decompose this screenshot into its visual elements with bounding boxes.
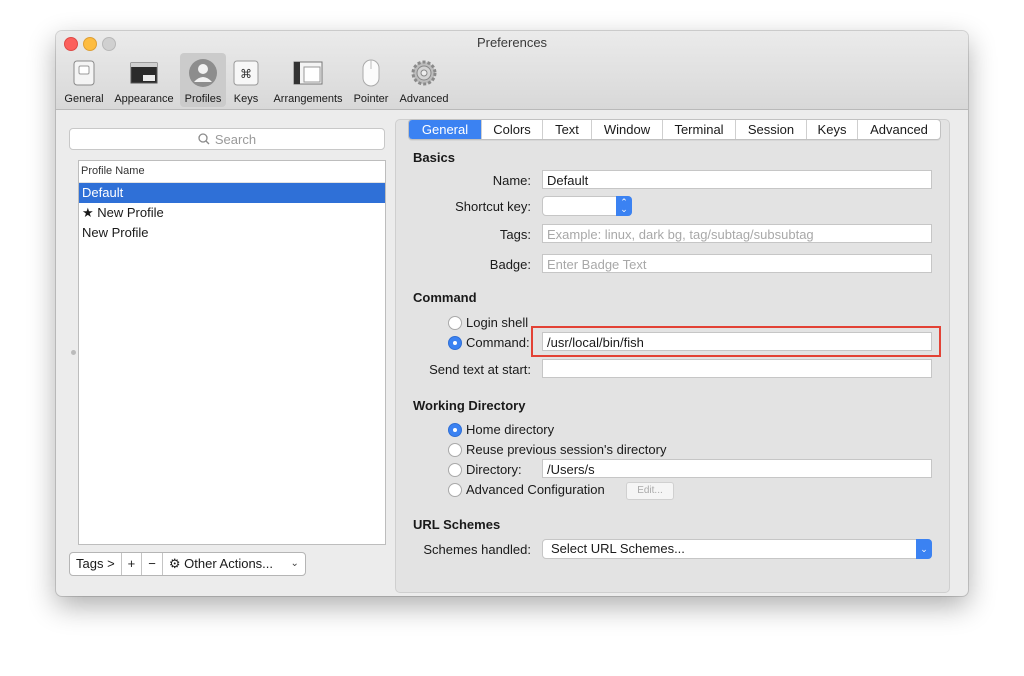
tab-text[interactable]: Text bbox=[543, 120, 592, 139]
home-directory-radio[interactable] bbox=[448, 423, 462, 437]
remove-profile-button[interactable]: − bbox=[142, 553, 163, 575]
toolbar-keys[interactable]: ⌘ Keys bbox=[230, 53, 262, 107]
appearance-window-icon bbox=[128, 57, 160, 89]
window-title: Preferences bbox=[476, 35, 548, 50]
profiles-person-icon bbox=[187, 57, 219, 89]
tab-session[interactable]: Session bbox=[736, 120, 807, 139]
profile-list[interactable]: Profile Name Default ★ New Profile New P… bbox=[78, 160, 386, 545]
arrangements-icon bbox=[292, 57, 324, 89]
login-shell-radio[interactable] bbox=[448, 316, 462, 330]
profile-actions-bar: Tags > + − ⚙ Other Actions... ⌄ bbox=[69, 552, 306, 576]
keys-command-icon: ⌘ bbox=[230, 57, 262, 89]
profile-list-header[interactable]: Profile Name bbox=[79, 161, 385, 183]
login-shell-label: Login shell bbox=[466, 315, 529, 330]
profile-row-new-profile[interactable]: New Profile bbox=[79, 223, 385, 243]
up-down-arrows-icon: ⌃ ⌄ bbox=[616, 196, 632, 216]
toolbar-profiles[interactable]: Profiles bbox=[180, 53, 226, 107]
name-label: Name: bbox=[492, 173, 531, 188]
toolbar-appearance[interactable]: Appearance bbox=[112, 53, 176, 107]
home-directory-label: Home directory bbox=[466, 422, 555, 437]
send-text-field[interactable] bbox=[542, 359, 932, 378]
gear-icon: ⚙ bbox=[168, 557, 181, 572]
general-switch-icon bbox=[68, 57, 100, 89]
profile-row-starred-new-profile[interactable]: ★ New Profile bbox=[79, 203, 385, 223]
splitter-handle[interactable] bbox=[71, 350, 76, 355]
chevron-down-icon: ⌄ bbox=[290, 558, 299, 569]
reuse-directory-label: Reuse previous session's directory bbox=[466, 442, 667, 457]
tags-label: Tags: bbox=[499, 227, 531, 242]
tags-field[interactable]: Example: linux, dark bg, tag/subtag/subs… bbox=[542, 224, 932, 243]
edit-button[interactable]: Edit... bbox=[626, 482, 674, 500]
chevron-down-icon: ⌄ bbox=[916, 539, 932, 559]
search-placeholder: Search bbox=[214, 131, 257, 147]
tab-keys[interactable]: Keys bbox=[807, 120, 858, 139]
tab-advanced[interactable]: Advanced bbox=[858, 120, 940, 139]
send-text-label: Send text at start: bbox=[429, 362, 531, 377]
shortcut-key-popup[interactable]: ⌃ ⌄ bbox=[542, 196, 632, 216]
profile-row-default[interactable]: Default bbox=[79, 183, 385, 203]
schemes-handled-label: Schemes handled: bbox=[423, 542, 531, 557]
command-heading: Command bbox=[413, 290, 477, 305]
tags-button[interactable]: Tags > bbox=[70, 553, 122, 575]
tab-colors[interactable]: Colors bbox=[482, 120, 543, 139]
command-radio[interactable] bbox=[448, 336, 462, 350]
directory-field[interactable]: /Users/s bbox=[542, 459, 932, 478]
command-label: Command: bbox=[466, 335, 530, 350]
other-actions-label: Other Actions... bbox=[184, 556, 274, 571]
preferences-window: Preferences General Appearance Profiles … bbox=[56, 31, 968, 596]
reuse-directory-radio[interactable] bbox=[448, 443, 462, 457]
name-field[interactable]: Default bbox=[542, 170, 932, 189]
working-directory-heading: Working Directory bbox=[413, 398, 526, 413]
search-icon bbox=[198, 133, 210, 145]
svg-text:⌘: ⌘ bbox=[240, 67, 252, 81]
settings-tabs: General Colors Text Window Terminal Sess… bbox=[408, 119, 941, 140]
command-field[interactable]: /usr/local/bin/fish bbox=[542, 332, 932, 351]
toolbar-arrangements[interactable]: Arrangements bbox=[270, 53, 346, 107]
schemes-handled-value: Select URL Schemes... bbox=[551, 541, 685, 556]
directory-radio[interactable] bbox=[448, 463, 462, 477]
content-area: Search Profile Name Default ★ New Profil… bbox=[56, 110, 968, 596]
schemes-handled-popup[interactable]: Select URL Schemes... ⌄ bbox=[542, 539, 932, 559]
shortcut-key-label: Shortcut key: bbox=[455, 199, 531, 214]
badge-label: Badge: bbox=[489, 257, 531, 272]
badge-field[interactable]: Enter Badge Text bbox=[542, 254, 932, 273]
other-actions-menu[interactable]: ⚙ Other Actions... ⌄ bbox=[163, 553, 305, 575]
advanced-config-radio[interactable] bbox=[448, 483, 462, 497]
title-bar: Preferences General Appearance Profiles … bbox=[56, 31, 968, 110]
advanced-config-label: Advanced Configuration bbox=[466, 482, 605, 497]
pointer-mouse-icon bbox=[355, 57, 387, 89]
tab-general[interactable]: General bbox=[409, 120, 482, 139]
directory-label: Directory: bbox=[466, 462, 522, 477]
add-profile-button[interactable]: + bbox=[122, 553, 143, 575]
toolbar-advanced[interactable]: Advanced bbox=[396, 53, 452, 107]
tab-window[interactable]: Window bbox=[592, 120, 663, 139]
search-field[interactable]: Search bbox=[69, 128, 385, 150]
toolbar-general[interactable]: General bbox=[64, 53, 104, 107]
basics-heading: Basics bbox=[413, 150, 455, 165]
advanced-gear-icon bbox=[408, 57, 440, 89]
toolbar-pointer[interactable]: Pointer bbox=[350, 53, 392, 107]
url-schemes-heading: URL Schemes bbox=[413, 517, 501, 532]
tab-terminal[interactable]: Terminal bbox=[663, 120, 736, 139]
